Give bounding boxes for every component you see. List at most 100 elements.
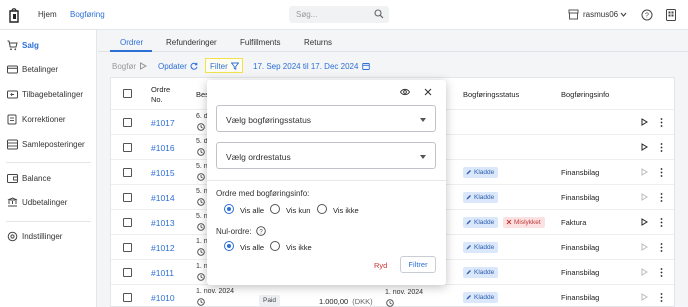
table-row[interactable]: #1010 1. nov. 2024 Paid 1.000,00 (DKK) 1.… (111, 284, 674, 307)
grid-icon[interactable] (665, 9, 677, 21)
search-input[interactable]: Søg... (289, 6, 389, 23)
order-number-link[interactable]: #1016 (151, 143, 175, 153)
row-checkbox[interactable] (123, 118, 132, 127)
play-icon[interactable] (641, 268, 648, 276)
row-checkbox[interactable] (123, 193, 132, 202)
play-icon[interactable] (641, 143, 648, 151)
play-icon[interactable] (641, 218, 648, 226)
clock-icon (197, 223, 205, 231)
play-icon[interactable] (641, 118, 648, 126)
sidebar-item-udbetalinger[interactable]: Udbetalinger (0, 194, 96, 212)
user-menu[interactable]: rasmus06 (583, 10, 618, 19)
more-options-icon[interactable] (660, 118, 663, 127)
clear-button[interactable]: Ryd (374, 261, 387, 270)
select-placeholder: Vælg ordrestatus (226, 152, 291, 162)
more-options-icon[interactable] (660, 268, 663, 277)
status-badge-label: Kladde (474, 269, 495, 276)
play-icon[interactable] (641, 243, 648, 251)
funnel-icon (230, 62, 239, 70)
clock-icon (197, 298, 205, 306)
sidebar-item-balance[interactable]: Balance (0, 170, 96, 188)
order-number-link[interactable]: #1017 (151, 118, 175, 128)
order-number-link[interactable]: #1012 (151, 243, 175, 253)
sidebar-item-tilbagebetalinger[interactable]: Tilbagebetalinger (0, 86, 96, 104)
filter-label: Filter (210, 62, 228, 71)
row-checkbox[interactable] (123, 168, 132, 177)
eye-icon[interactable] (400, 88, 410, 96)
nav-home[interactable]: Hjem (38, 10, 57, 19)
sidebar-item-betalinger[interactable]: Betalinger (0, 61, 96, 79)
row-checkbox[interactable] (123, 268, 132, 277)
help-icon[interactable]: ? (641, 9, 653, 21)
more-options-icon[interactable] (660, 218, 663, 227)
column-header-status[interactable]: Bogføringsstatus (463, 90, 519, 99)
play-icon[interactable] (641, 293, 648, 301)
order-number-link[interactable]: #1014 (151, 193, 175, 203)
store-logo-icon[interactable] (8, 7, 20, 23)
more-options-icon[interactable] (660, 293, 663, 302)
order-number-link[interactable]: #1011 (151, 268, 174, 278)
more-options-icon[interactable] (660, 193, 663, 202)
order-number-link[interactable]: #1013 (151, 218, 175, 228)
select-all-checkbox[interactable] (123, 89, 132, 98)
tab-ordrer[interactable]: Ordrer (120, 38, 143, 47)
column-header-info[interactable]: Bogføringsinfo (561, 90, 609, 99)
tab-fulfillments[interactable]: Fulfillments (240, 38, 280, 47)
date-range-picker[interactable]: 17. Sep 2024 til 17. Dec 2024 (253, 62, 371, 71)
nav-bookkeeping[interactable]: Bogføring (70, 10, 105, 19)
status-badge-kladde: Kladde (463, 167, 499, 178)
status-badge-label: Mislykket (514, 219, 541, 226)
play-icon[interactable] (641, 168, 648, 176)
radio-vis-alle-null[interactable] (224, 241, 234, 251)
order-number-link[interactable]: #1015 (151, 168, 175, 178)
clock-icon (197, 273, 205, 281)
column-header-order-line1: Ordre (151, 85, 171, 94)
order-status-select[interactable]: Vælg ordrestatus (216, 142, 436, 169)
tab-returns[interactable]: Returns (304, 38, 332, 47)
sidebar-item-label: Indstillinger (22, 232, 63, 241)
row-checkbox[interactable] (123, 293, 132, 302)
close-icon[interactable] (424, 88, 432, 96)
apply-filter-button[interactable]: Filtrer (400, 256, 436, 273)
row-checkbox[interactable] (123, 143, 132, 152)
row-checkbox[interactable] (123, 243, 132, 252)
clock-icon (386, 299, 394, 307)
amount-value: 1.000,00 (319, 297, 349, 306)
bookkeeping-info: Finansbilag (561, 293, 600, 302)
more-options-icon[interactable] (660, 243, 663, 252)
search-placeholder: Søg... (296, 10, 318, 19)
filter-button[interactable]: Filter (210, 62, 239, 71)
draft-icon (466, 194, 471, 199)
bogfor-button[interactable]: Bogfør (112, 62, 148, 71)
status-badge-label: Kladde (474, 294, 495, 301)
radio-label: Vis alle (240, 206, 265, 215)
radio-vis-kun-info[interactable] (270, 204, 280, 214)
radio-vis-alle-info[interactable] (224, 204, 234, 214)
sidebar-item-indstillinger[interactable]: Indstillinger (0, 228, 96, 246)
radio-vis-ikke-info[interactable] (317, 204, 327, 214)
calendar-icon (362, 63, 371, 70)
sidebar-item-label: Udbetalinger (22, 198, 68, 207)
help-icon[interactable]: ? (256, 226, 266, 236)
sidebar-item-korrektioner[interactable]: Korrektioner (0, 111, 96, 129)
order-number-link[interactable]: #1010 (151, 293, 175, 303)
more-options-icon[interactable] (660, 168, 663, 177)
refresh-icon (190, 62, 198, 70)
sidebar-item-salg[interactable]: Salg (0, 37, 96, 55)
draft-icon (466, 244, 471, 249)
bookkeeping-status-select[interactable]: Vælg bogføringsstatus (216, 105, 436, 132)
null-orders-label: Nul-ordre: (216, 227, 252, 236)
sidebar-item-samleposteringer[interactable]: Samleposteringer (0, 136, 96, 154)
radio-label: Vis kun (286, 206, 311, 215)
tab-refunderinger[interactable]: Refunderinger (166, 38, 217, 47)
row-checkbox[interactable] (123, 218, 132, 227)
chevron-down-icon[interactable] (620, 11, 627, 18)
radio-vis-ikke-null[interactable] (270, 241, 280, 251)
column-header-order-line2: No. (151, 95, 163, 104)
failed-icon (506, 219, 512, 224)
more-options-icon[interactable] (660, 143, 663, 152)
sidebar-item-label: Tilbagebetalinger (22, 90, 84, 99)
play-icon[interactable] (641, 193, 648, 201)
svg-text:?: ? (645, 13, 649, 20)
opdater-button[interactable]: Opdater (158, 62, 198, 71)
